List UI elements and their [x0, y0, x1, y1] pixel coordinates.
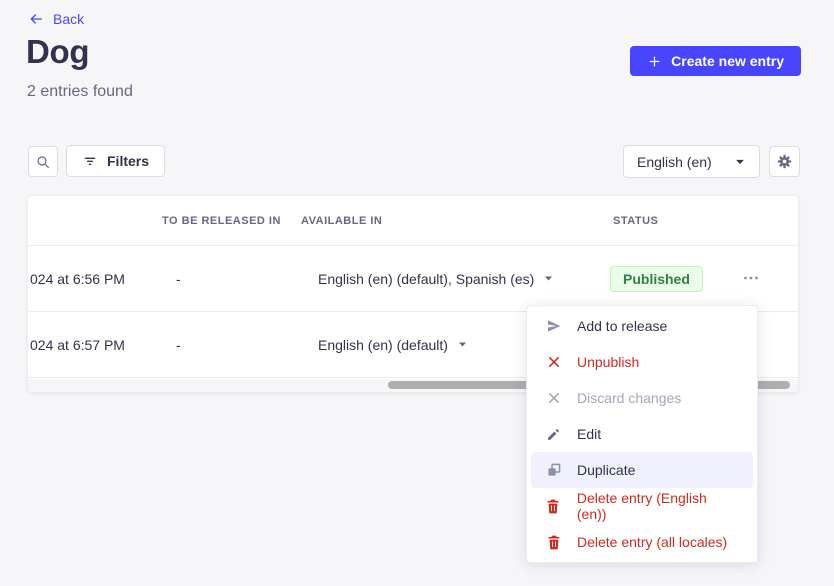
more-horizontal-icon — [743, 275, 759, 281]
menu-item-label: Discard changes — [577, 390, 681, 406]
menu-item-add-to-release[interactable]: Add to release — [531, 308, 753, 344]
menu-item-label: Duplicate — [577, 462, 635, 478]
search-icon — [35, 154, 51, 170]
table-row[interactable]: 024 at 6:56 PM - English (en) (default),… — [28, 246, 798, 312]
table-header-row: TO BE RELEASED IN AVAILABLE IN STATUS — [28, 196, 798, 246]
menu-item-delete-entry-all-locales[interactable]: Delete entry (all locales) — [531, 524, 753, 560]
gear-icon — [776, 153, 793, 170]
cross-icon — [545, 355, 562, 369]
locale-select[interactable]: English (en) — [623, 145, 760, 178]
settings-button[interactable] — [769, 146, 800, 177]
column-header-status: STATUS — [613, 196, 658, 246]
cell-to-be-released-in: - — [176, 246, 181, 311]
status-badge: Published — [610, 266, 703, 292]
filters-button[interactable]: Filters — [66, 145, 165, 177]
entries-count: 2 entries found — [27, 83, 133, 101]
column-header-available-in: AVAILABLE IN — [301, 196, 382, 246]
create-new-entry-button[interactable]: Create new entry — [630, 46, 801, 76]
plus-icon — [647, 54, 662, 69]
cross-icon — [545, 391, 562, 405]
menu-item-label: Delete entry (all locales) — [577, 534, 727, 550]
menu-item-label: Unpublish — [577, 354, 639, 370]
menu-item-edit[interactable]: Edit — [531, 416, 753, 452]
chevron-down-icon — [457, 339, 468, 350]
duplicate-icon — [545, 462, 562, 478]
column-header-to-be-released-in: TO BE RELEASED IN — [162, 196, 281, 246]
menu-item-duplicate[interactable]: Duplicate — [531, 452, 753, 488]
cell-date: 024 at 6:57 PM — [30, 312, 125, 377]
create-new-entry-label: Create new entry — [671, 53, 784, 69]
trash-icon — [545, 535, 562, 550]
available-in-value: English (en) (default) — [318, 337, 448, 353]
menu-item-delete-entry-locale[interactable]: Delete entry (English (en)) — [531, 488, 753, 524]
paper-plane-icon — [545, 318, 562, 334]
menu-item-label: Edit — [577, 426, 601, 442]
arrow-left-icon — [28, 11, 44, 27]
back-link[interactable]: Back — [28, 11, 84, 27]
menu-item-unpublish[interactable]: Unpublish — [531, 344, 753, 380]
chevron-down-icon — [734, 156, 746, 168]
row-actions-button[interactable] — [728, 263, 774, 293]
row-actions-menu: Add to release Unpublish Discard changes… — [526, 305, 758, 563]
cell-to-be-released-in: - — [176, 312, 181, 377]
cell-available-in[interactable]: English (en) (default), Spanish (es) — [318, 246, 554, 311]
back-label: Back — [53, 11, 84, 27]
locale-selected-value: English (en) — [637, 154, 712, 170]
pencil-icon — [545, 427, 562, 442]
search-button[interactable] — [28, 146, 58, 177]
cell-date: 024 at 6:56 PM — [30, 246, 125, 311]
menu-item-label: Delete entry (English (en)) — [577, 490, 739, 522]
cell-available-in[interactable]: English (en) (default) — [318, 312, 468, 377]
filters-label: Filters — [107, 153, 149, 169]
menu-item-label: Add to release — [577, 318, 667, 334]
chevron-down-icon — [543, 273, 554, 284]
filter-lines-icon — [82, 153, 98, 169]
trash-icon — [545, 499, 562, 514]
menu-item-discard-changes: Discard changes — [531, 380, 753, 416]
page-title: Dog — [26, 33, 89, 71]
available-in-value: English (en) (default), Spanish (es) — [318, 271, 534, 287]
cell-status: Published — [610, 246, 703, 311]
